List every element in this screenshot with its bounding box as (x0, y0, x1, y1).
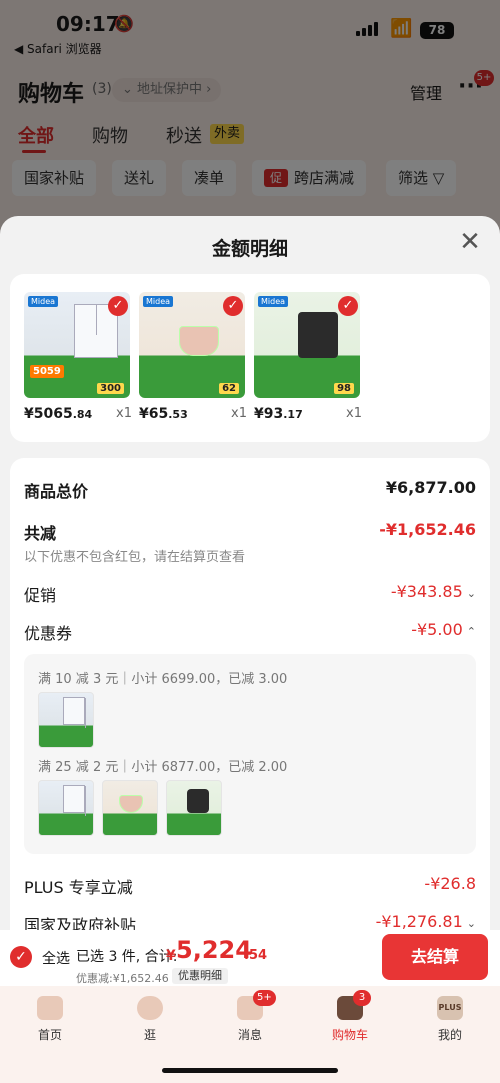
coupon-product-thumb (102, 780, 158, 836)
tab-label: 我的 (437, 1028, 462, 1042)
gov-subsidy-row[interactable]: -¥1,276.81 ⌄ (376, 912, 476, 931)
coffee-maker-illustration (298, 312, 338, 358)
home-icon (37, 996, 63, 1020)
cart-badge: 3 (353, 990, 371, 1006)
price-tag: 62 (219, 383, 239, 394)
discount-amount: 优惠减:¥1,652.46 (76, 972, 169, 985)
plus-discount-value: -¥26.8 (424, 874, 476, 893)
chevron-down-icon: ⌄ (466, 587, 476, 600)
price-tag: 5059 (30, 365, 64, 378)
coupon-row[interactable]: -¥5.00 ⌃ (411, 620, 476, 639)
chopper-illustration (179, 326, 219, 356)
price-tag: 300 (97, 383, 124, 394)
total-amount: 5,224 (176, 936, 252, 964)
brand-label: Midea (28, 296, 59, 307)
product-strip: Midea 5059 300 ✓ ¥5065.84 x1 Midea 62 ✓ … (10, 274, 490, 442)
product-price: ¥65.53 (139, 406, 188, 422)
product-qty: x1 (116, 406, 132, 421)
checkout-button[interactable]: 去结算 (382, 934, 488, 980)
message-icon: 5+ (237, 990, 276, 1020)
price-tag: 98 (334, 383, 354, 394)
chevron-up-icon: ⌃ (466, 625, 476, 638)
coupon-rule-2: 满 25 减 2 元｜小计 6877.00，已减 2.00 (38, 760, 288, 775)
product-item[interactable]: Midea 98 ✓ ¥93.17 x1 (254, 292, 362, 422)
tab-label: 逛 (143, 1028, 156, 1042)
close-icon[interactable]: ✕ (458, 229, 482, 255)
tab-mine[interactable]: PLUS 我的 (410, 996, 490, 1043)
coupon-product-thumb (166, 780, 222, 836)
tab-home[interactable]: 首页 (10, 996, 90, 1043)
brand-label: Midea (258, 296, 289, 307)
plus-discount-label: PLUS 专享立减 (24, 878, 133, 897)
reduce-note: 以下优惠不包含红包，请在结算页查看 (24, 550, 246, 565)
total-reduce-value: -¥1,652.46 (379, 520, 476, 539)
product-price: ¥93.17 (254, 406, 303, 422)
select-all-checkbox[interactable]: ✓ (10, 946, 32, 968)
message-badge: 5+ (253, 990, 276, 1006)
brand-label: Midea (143, 296, 174, 307)
browse-icon (137, 996, 163, 1020)
tab-browse[interactable]: 逛 (110, 996, 190, 1043)
product-item[interactable]: Midea 62 ✓ ¥65.53 x1 (139, 292, 247, 422)
amount-breakdown: 商品总价 ¥6,877.00 共减 -¥1,652.46 以下优惠不包含红包，请… (10, 458, 490, 978)
cart-icon: 3 (337, 990, 371, 1020)
selected-check-icon: ✓ (108, 296, 128, 316)
tab-cart[interactable]: 3 购物车 (310, 990, 390, 1043)
product-qty: x1 (231, 406, 247, 421)
discount-detail-link[interactable]: 优惠明细 (172, 968, 228, 984)
selected-summary: 已选 3 件, 合计: (76, 949, 178, 965)
tab-messages[interactable]: 5+ 消息 (210, 990, 290, 1043)
select-all-label[interactable]: 全选 (42, 948, 70, 968)
coupon-product-thumb (38, 780, 94, 836)
plus-icon: PLUS (437, 996, 463, 1020)
total-currency: ¥ (166, 948, 176, 964)
product-qty: x1 (346, 406, 362, 421)
promotion-label: 促销 (24, 586, 57, 605)
tab-label: 消息 (237, 1028, 262, 1042)
chevron-down-icon: ⌄ (466, 917, 476, 930)
coupon-label: 优惠券 (24, 624, 73, 643)
tab-label: 首页 (37, 1028, 62, 1042)
coupon-rule-1: 满 10 减 3 元｜小计 6699.00，已减 3.00 (38, 672, 288, 687)
selected-check-icon: ✓ (338, 296, 358, 316)
goods-total-value: ¥6,877.00 (385, 478, 476, 497)
product-price: ¥5065.84 (24, 406, 93, 422)
total-decimals: .54 (244, 948, 268, 963)
checkout-bar: ✓ 全选 已选 3 件, 合计: ¥ 5,224 .54 优惠减:¥1,652.… (0, 930, 500, 986)
product-item[interactable]: Midea 5059 300 ✓ ¥5065.84 x1 (24, 292, 132, 422)
amount-detail-sheet: 金额明细 ✕ Midea 5059 300 ✓ ¥5065.84 x1 Mide… (0, 216, 500, 986)
coupon-detail-box: 满 10 减 3 元｜小计 6699.00，已减 3.00 满 25 减 2 元… (24, 654, 476, 854)
total-reduce-label: 共减 (24, 524, 57, 543)
coupon-product-thumb (38, 692, 94, 748)
sheet-title: 金额明细 (211, 238, 288, 260)
promotion-row[interactable]: -¥343.85 ⌄ (391, 582, 476, 601)
selected-check-icon: ✓ (223, 296, 243, 316)
home-indicator (162, 1068, 338, 1073)
tab-label: 购物车 (331, 1028, 368, 1042)
goods-total-label: 商品总价 (24, 482, 89, 501)
